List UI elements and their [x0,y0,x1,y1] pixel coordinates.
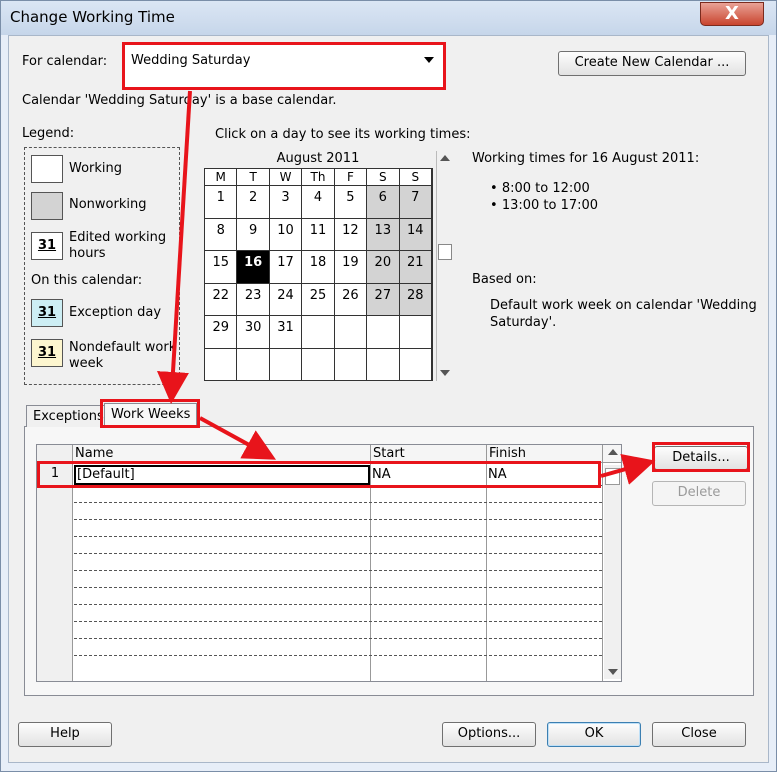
annotation-arrows [156,90,656,485]
arrow-to-row [199,416,277,460]
arrow-to-details [600,453,656,485]
arrow-to-tab [156,90,192,404]
